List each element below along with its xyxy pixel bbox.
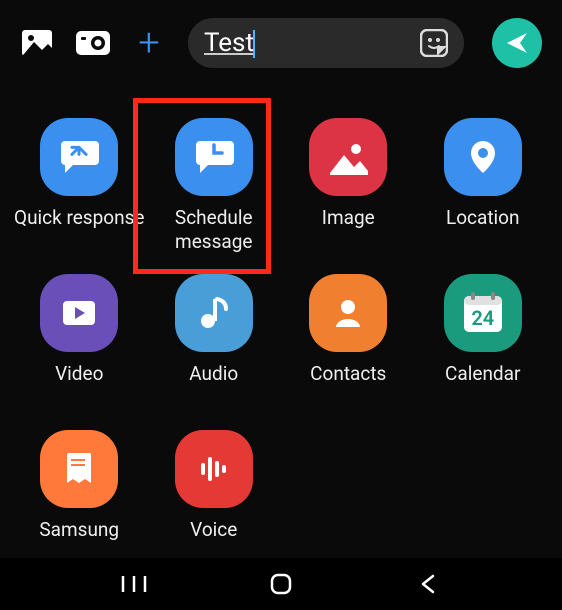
recents-button[interactable] (114, 564, 154, 604)
grid-item-video[interactable]: Video (12, 274, 147, 410)
quick-response-icon (40, 118, 118, 196)
send-button[interactable] (492, 18, 542, 68)
grid-label: Audio (189, 362, 238, 410)
grid-label: Video (55, 362, 103, 410)
grid-item-image[interactable]: Image (281, 118, 416, 254)
back-button[interactable] (408, 564, 448, 604)
audio-icon (175, 274, 253, 352)
voice-icon (175, 430, 253, 508)
image-icon (309, 118, 387, 196)
grid-label: Image (322, 206, 375, 254)
contacts-icon (309, 274, 387, 352)
grid-label: Contacts (310, 362, 386, 410)
android-nav-bar (0, 558, 562, 610)
grid-label: Quick response (14, 206, 144, 254)
samsung-notes-icon (40, 430, 118, 508)
location-icon (444, 118, 522, 196)
calendar-date: 24 (471, 306, 494, 330)
grid-item-audio[interactable]: Audio (147, 274, 282, 410)
home-button[interactable] (261, 564, 301, 604)
grid-item-contacts[interactable]: Contacts (281, 274, 416, 410)
gallery-icon[interactable] (20, 26, 54, 60)
schedule-message-icon (175, 118, 253, 196)
message-input[interactable]: Test (204, 28, 410, 58)
grid-item-location[interactable]: Location (416, 118, 551, 254)
grid-label: Schedule message (147, 206, 282, 254)
attachment-grid: Quick response Schedule message Image Lo… (0, 86, 562, 566)
grid-label: Location (446, 206, 520, 254)
video-icon (40, 274, 118, 352)
grid-item-samsung[interactable]: Samsung (12, 430, 147, 566)
sticker-icon[interactable] (420, 29, 448, 57)
grid-item-quick-response[interactable]: Quick response (12, 118, 147, 254)
calendar-icon: 24 (444, 274, 522, 352)
grid-label: Calendar (445, 362, 520, 410)
camera-icon[interactable] (76, 26, 110, 60)
grid-item-calendar[interactable]: 24 Calendar (416, 274, 551, 410)
compose-toolbar: + Test (0, 0, 562, 86)
grid-item-schedule-message[interactable]: Schedule message (147, 118, 282, 254)
plus-icon[interactable]: + (132, 26, 166, 60)
grid-item-voice[interactable]: Voice (147, 430, 282, 566)
message-input-container: Test (188, 18, 464, 68)
